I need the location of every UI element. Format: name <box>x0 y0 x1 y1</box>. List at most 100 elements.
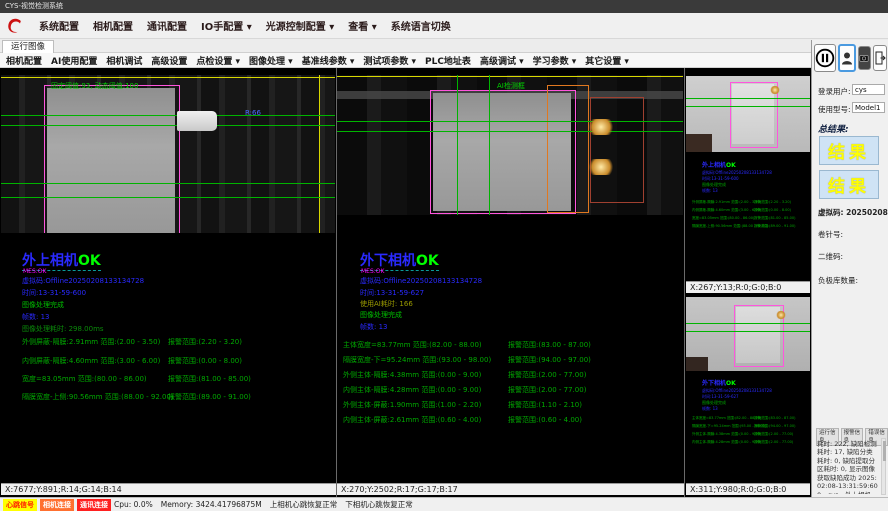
heartbeat-status-badge: 心跳信号 <box>3 499 37 511</box>
measure-line-1 <box>1 115 335 116</box>
user-icon <box>841 51 853 65</box>
logo-swirl-icon <box>5 16 25 36</box>
mini1-row: 报警范围:(2.20 - 3.20) <box>754 198 808 206</box>
menu-view[interactable]: 查看 ▾ <box>348 18 377 33</box>
tool-ai-use-config[interactable]: AI使用配置 <box>51 54 97 67</box>
center-mes-status: MES:OK <box>361 268 384 275</box>
sidebar-button-row <box>814 44 887 72</box>
mini2-row: 报警范围:(83.00 - 87.00) <box>754 414 808 422</box>
left-time: 时间:13-31-59-600 <box>22 288 86 298</box>
center-measure-row: 外侧主体-屏蔽:1.90mm 范围:(1.00 - 2.20) <box>343 400 481 410</box>
measure-line-2 <box>337 131 683 132</box>
tab-run-image[interactable]: 运行图像 <box>2 40 54 54</box>
login-user-value[interactable]: cys <box>852 84 885 95</box>
mini2-row: 主体宽度=83.77mm 范围:(82.00 - 88.00) <box>692 414 754 422</box>
measure-line-3 <box>1 183 335 184</box>
login-user-button[interactable] <box>838 44 855 72</box>
center-alarm-row: 报警范围:(94.00 - 97.00) <box>508 355 591 365</box>
mini2-row: 外侧主体-隔膜:4.38mm 范围:(0.00 - 9.00) <box>692 430 754 438</box>
reflection-spot <box>776 311 786 319</box>
left-pixel-coordinates: X:7677;Y:891;R:14;G:14;B:14 <box>1 483 336 495</box>
center-alarm-row: 报警范围:(1.10 - 2.10) <box>508 400 582 410</box>
center-process-done: 图像处理完成 <box>360 310 402 320</box>
log-scrollbar-thumb[interactable] <box>883 441 886 461</box>
tool-image-processing[interactable]: 图像处理 ▾ <box>249 54 293 67</box>
left-camera-ok-status: OK <box>78 253 101 269</box>
mini1-row: 内侧屏蔽-隔膜:4.60mm 范围:(3.00 - 6.00) <box>692 206 754 214</box>
left-measure-row: 隔膜宽度-上侧:90.56mm 范围:(88.00 - 92.00) <box>22 392 174 402</box>
center-measure-row: 内侧主体-屏蔽:2.61mm 范围:(0.60 - 4.00) <box>343 415 481 425</box>
panel-divider-2 <box>684 68 685 497</box>
tool-learning-params[interactable]: 学习参数 ▾ <box>533 54 577 67</box>
reflection-spot <box>770 86 780 94</box>
menu-bar: 系统配置 相机配置 通讯配置 IO手配置 ▾ 光源控制配置 ▾ 查看 ▾ 系统语… <box>0 13 888 39</box>
mini2-row: 报警范围:(2.00 - 77.00) <box>754 430 808 438</box>
log-text: 耗时: 222, 缺陷检测耗时: 17, 缺陷分类耗时: 0, 缺陷提取分区耗时… <box>817 440 879 494</box>
tool-plc-address[interactable]: PLC地址表 <box>425 54 471 67</box>
menu-language-switch[interactable]: 系统语言切换 <box>391 18 451 33</box>
exit-button[interactable] <box>873 45 888 71</box>
menu-system-config[interactable]: 系统配置 <box>39 18 79 33</box>
log-scrollbar[interactable] <box>881 438 886 495</box>
menu-io-config[interactable]: IO手配置 ▾ <box>201 18 252 33</box>
total-result-label: 总结果: <box>818 122 849 135</box>
menu-comm-config[interactable]: 通讯配置 <box>147 18 187 33</box>
calibration-line-top <box>1 77 335 78</box>
tool-spot-check[interactable]: 点检设置 ▾ <box>196 54 240 67</box>
pause-button[interactable] <box>814 44 836 72</box>
mini1-pixel-coordinates: X:267;Y:13;R:0;G:0;B:0 <box>686 281 810 293</box>
qr-code-label: 二维码: <box>818 251 843 262</box>
tool-camera-debug[interactable]: 相机调试 <box>106 54 142 67</box>
pause-icon <box>815 48 835 68</box>
roi-box-magenta <box>44 85 180 233</box>
threshold-overlay-text: 固定阈值:93, 动态阈值:100 <box>51 81 138 91</box>
marker-overlay-text: R:66 <box>245 109 261 117</box>
center-alarm-row: 报警范围:(83.00 - 87.00) <box>508 340 591 350</box>
camera-settings-button[interactable] <box>858 46 871 70</box>
mini1-camera-name: 外上相机 <box>702 162 726 169</box>
roi-box-orange <box>547 85 589 213</box>
measure-line <box>686 98 810 99</box>
mini2-camera-name: 外下相机 <box>702 380 726 387</box>
reel-number-label: 卷针号: <box>818 229 843 240</box>
menu-light-config[interactable]: 光源控制配置 ▾ <box>266 18 335 33</box>
tool-camera-config[interactable]: 相机配置 <box>6 54 42 67</box>
reflection-spot <box>587 119 615 135</box>
tool-advanced-settings[interactable]: 高级设置 <box>151 54 187 67</box>
calibration-line-top <box>337 76 683 77</box>
mini-camera-view-1[interactable] <box>686 76 810 152</box>
tool-other-settings[interactable]: 其它设置 ▾ <box>585 54 629 67</box>
logout-door-icon <box>874 51 886 65</box>
model-value[interactable]: Model1 <box>852 102 885 113</box>
upper-camera-heartbeat-message: 上相机心跳恢复正常 <box>270 499 338 510</box>
camera-view-upper-outer[interactable]: 固定阈值:93, 动态阈值:100 R:66 <box>1 75 335 233</box>
shadow-corner-shape <box>686 134 712 152</box>
memory-usage-text: Memory: 3424.41796875M <box>161 500 262 509</box>
left-virtual-code: 虚拟码:Offline20250208133134728 <box>22 276 144 286</box>
mini1-ok-status: OK <box>726 162 736 169</box>
control-sidebar: 登录用户: cys 使用型号: Model1 总结果: 结果 结果 虚拟码: 2… <box>811 40 888 497</box>
mini1-row: 宽度=83.05mm 范围:(80.00 - 86.00) <box>692 214 754 222</box>
shadow-corner-shape <box>686 357 708 371</box>
tool-test-params[interactable]: 测试项参数 ▾ <box>363 54 416 67</box>
left-frame-count: 帧数: 13 <box>22 312 50 322</box>
center-alarm-row: 报警范围:(2.00 - 77.00) <box>508 385 586 395</box>
tool-advanced-debug[interactable]: 高级调试 ▾ <box>480 54 524 67</box>
mini2-measure-grid: 主体宽度=83.77mm 范围:(82.00 - 88.00)报警范围:(83.… <box>692 414 808 446</box>
center-camera-ok-status: OK <box>416 253 439 269</box>
left-alarm-row: 报警范围:(2.20 - 3.20) <box>168 337 242 347</box>
camera-view-lower-outer[interactable]: AI检测框 <box>337 75 683 215</box>
mini-camera-view-2[interactable] <box>686 297 810 371</box>
menu-camera-config[interactable]: 相机配置 <box>93 18 133 33</box>
tool-baseline-params[interactable]: 基准线参数 ▾ <box>302 54 355 67</box>
center-measure-row: 主体宽度=83.77mm 范围:(82.00 - 88.00) <box>343 340 482 350</box>
roi-box-red <box>590 97 644 203</box>
left-mes-status: MES:OK <box>23 268 46 275</box>
measure-line <box>686 106 810 107</box>
center-alarm-row: 报警范围:(0.60 - 4.00) <box>508 415 582 425</box>
comm-connection-badge: 通讯连接 <box>77 499 111 511</box>
center-measure-row: 内侧主体-隔膜:4.28mm 范围:(0.00 - 9.00) <box>343 385 481 395</box>
mini1-row: 隔膜宽度-上侧:90.56mm 范围:(88.00 - 92.00) <box>692 222 754 230</box>
lower-camera-heartbeat-message: 下相机心跳恢复正常 <box>345 499 413 510</box>
toolbar: 相机配置 AI使用配置 相机调试 高级设置 点检设置 ▾ 图像处理 ▾ 基准线参… <box>0 53 888 68</box>
